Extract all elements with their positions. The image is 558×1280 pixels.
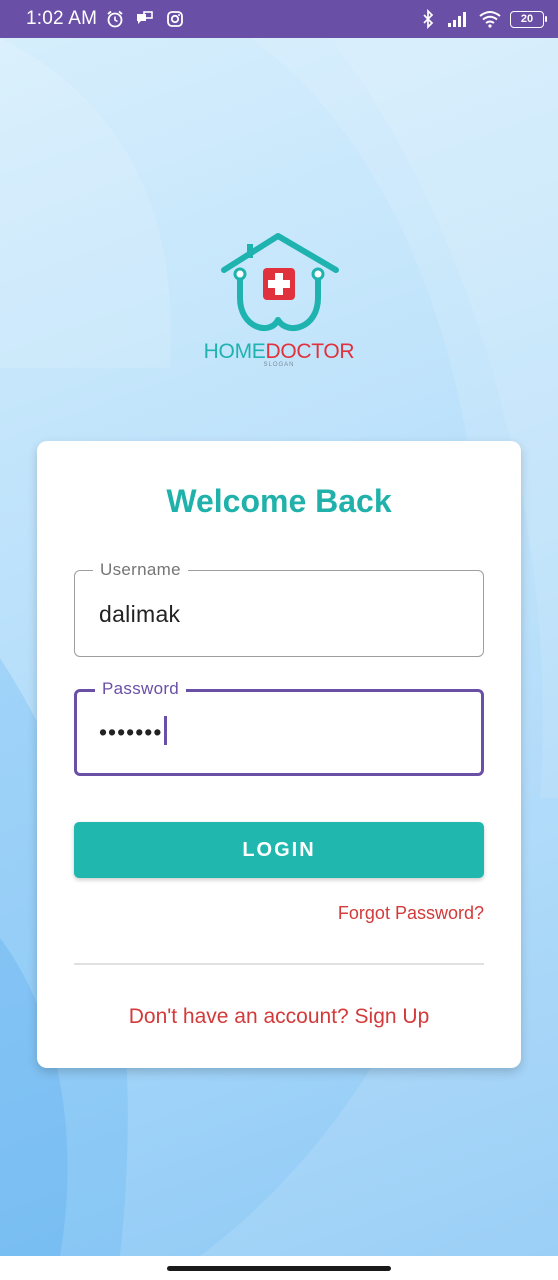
text-cursor: [164, 716, 168, 746]
home-gesture-handle[interactable]: [167, 1266, 391, 1271]
password-value: •••••••: [99, 719, 163, 745]
password-input[interactable]: •••••••: [99, 716, 168, 746]
username-field[interactable]: Username dalimak: [74, 560, 484, 657]
logo-wordmark: HOMEDOCTOR: [196, 340, 362, 364]
battery-icon: 20: [510, 10, 547, 28]
login-button[interactable]: LOGIN: [74, 822, 484, 878]
page-title: Welcome Back: [166, 483, 392, 519]
logo-home-text: HOME: [203, 340, 266, 363]
password-field[interactable]: Password •••••••: [74, 679, 484, 776]
signal-icon: [446, 9, 470, 29]
username-input[interactable]: dalimak: [99, 601, 180, 628]
message-icon: [135, 9, 155, 29]
password-label: Password: [95, 679, 187, 699]
bluetooth-icon: [418, 9, 438, 29]
instagram-icon: [165, 9, 185, 29]
wifi-icon: [478, 9, 502, 29]
home-doctor-logo-icon: [221, 233, 339, 332]
battery-level: 20: [520, 13, 534, 25]
status-time: 1:02 AM: [26, 8, 98, 29]
app-logo: HOMEDOCTOR SLOGAN: [196, 230, 362, 370]
login-screen: 1:02 AM 20 HOMEDOCTOR SLOGAN Welcome Bac…: [0, 0, 558, 1280]
signup-link[interactable]: Don't have an account? Sign Up: [37, 1005, 521, 1029]
forgot-password-link[interactable]: Forgot Password?: [338, 903, 484, 924]
logo-slogan: SLOGAN: [263, 362, 295, 368]
divider: [74, 963, 484, 965]
login-card: Welcome Back Username dalimak Password •…: [37, 441, 521, 1068]
navigation-bar: [0, 1256, 558, 1280]
status-bar: 1:02 AM 20: [0, 0, 558, 38]
alarm-icon: [105, 9, 125, 29]
logo-doctor-text: DOCTOR: [265, 340, 355, 363]
username-label: Username: [93, 560, 188, 580]
